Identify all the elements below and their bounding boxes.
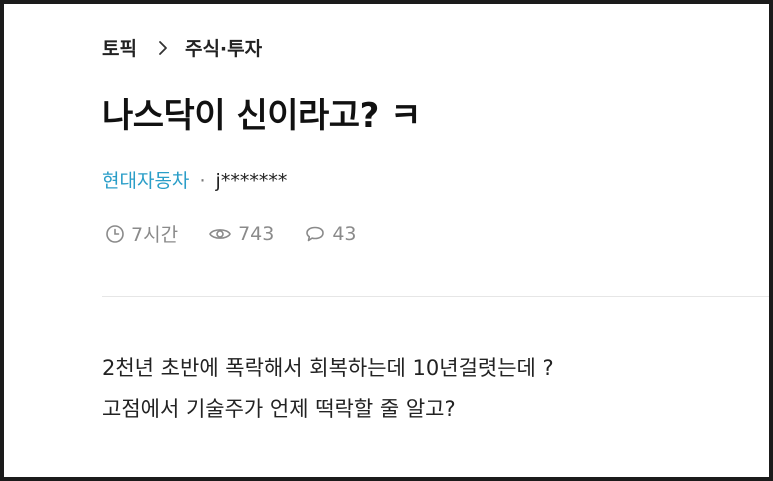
content-divider: [102, 296, 769, 297]
comment-icon: [306, 226, 325, 241]
author-name: j*******: [215, 170, 288, 192]
post-body: 2천년 초반에 폭락해서 회복하는데 10년걸렷는데 ? 고점에서 기술주가 언…: [102, 348, 554, 430]
meta-separator: ·: [199, 170, 206, 192]
author-company-link[interactable]: 현대자동차: [102, 170, 189, 192]
page-frame: 토픽 주식·투자 나스닥이 신이라고? ㅋ 현대자동차 · j******* 7…: [0, 0, 773, 481]
time-stat: 7시간: [105, 220, 178, 247]
eye-icon: [209, 228, 231, 239]
post-time: 7시간: [131, 224, 179, 246]
post-author-line: 현대자동차 · j*******: [102, 166, 287, 193]
post-title: 나스닥이 신이라고? ㅋ: [102, 96, 421, 136]
breadcrumb: 토픽 주식·투자: [102, 34, 262, 61]
chevron-right-icon: [153, 38, 173, 58]
breadcrumb-category-link[interactable]: 주식·투자: [185, 34, 262, 61]
post-stats: 7시간 743 43: [105, 220, 387, 247]
comments-stat[interactable]: 43: [304, 222, 357, 245]
comment-count: 43: [332, 222, 357, 245]
post-body-line: 2천년 초반에 폭락해서 회복하는데 10년걸렷는데 ?: [102, 356, 554, 380]
view-count: 743: [238, 222, 275, 245]
breadcrumb-topic-link[interactable]: 토픽: [102, 34, 137, 61]
clock-icon: [106, 224, 124, 243]
post-body-line: 고점에서 기술주가 언제 떡락할 줄 알고?: [102, 397, 456, 421]
views-stat: 743: [208, 223, 274, 245]
